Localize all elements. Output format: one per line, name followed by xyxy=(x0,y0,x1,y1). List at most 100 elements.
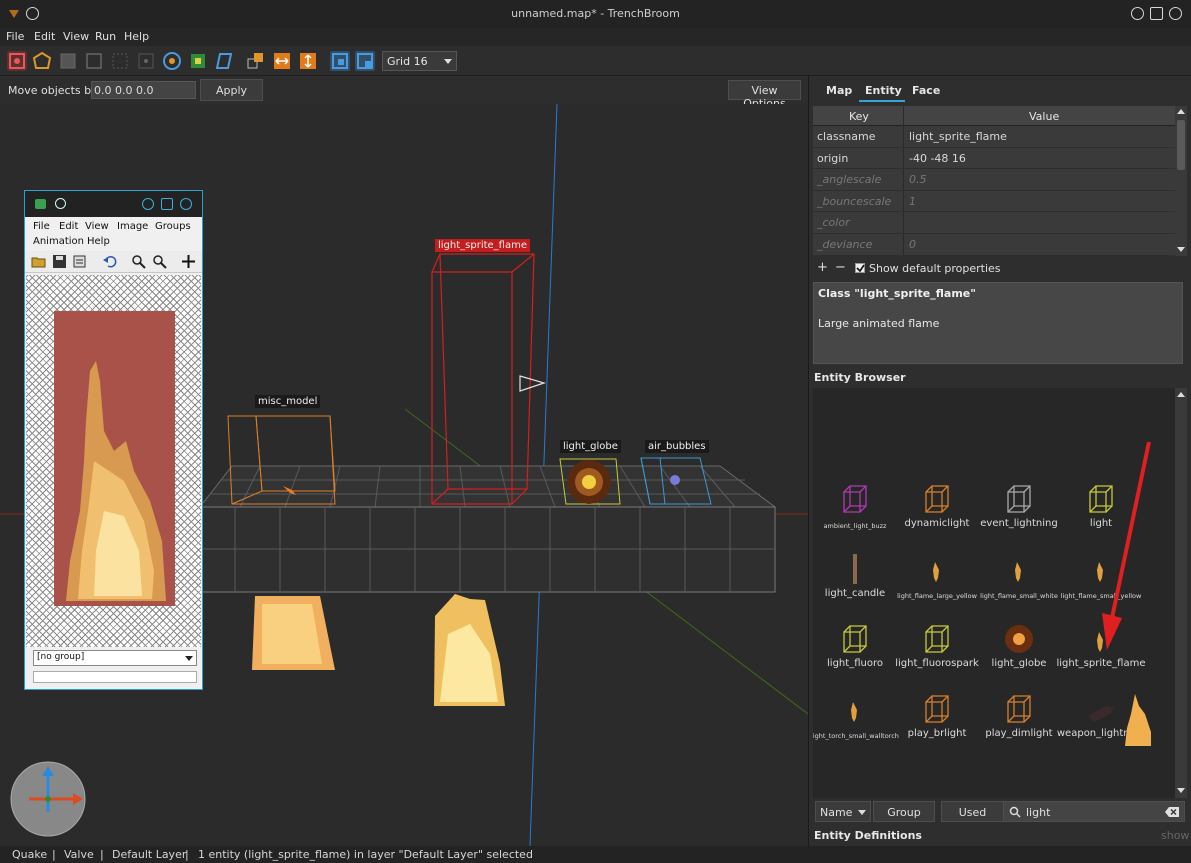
clear-search-icon[interactable] xyxy=(1165,807,1179,817)
remove-property-button[interactable]: − xyxy=(835,260,846,275)
entity-tile[interactable]: light_flame_small_white xyxy=(979,552,1059,618)
vertex-tool-icon[interactable] xyxy=(32,51,52,71)
entity-browser-grid[interactable]: ambient_light_buzz dynamiclight event_ligh… xyxy=(813,388,1175,798)
property-key[interactable]: _bouncescale xyxy=(817,195,891,208)
viewer-menu-help[interactable]: Help xyxy=(87,236,110,247)
flip-vertical-icon[interactable] xyxy=(298,51,318,71)
scroll-down-icon[interactable] xyxy=(1177,788,1185,793)
close-button[interactable] xyxy=(1169,7,1182,20)
menu-view[interactable]: View xyxy=(63,30,89,43)
property-value[interactable]: 1 xyxy=(909,195,916,208)
property-key[interactable]: origin xyxy=(817,152,848,165)
property-row[interactable]: _bouncescale 1 xyxy=(813,190,1175,213)
sprite-image-viewer-window[interactable]: File Edit View Image Groups Animation He… xyxy=(24,190,203,690)
tab-entity[interactable]: Entity xyxy=(865,84,902,97)
property-row[interactable]: _deviance 0 xyxy=(813,233,1175,256)
column-value[interactable]: Value xyxy=(1029,110,1059,123)
clip-tool-icon[interactable] xyxy=(110,51,130,71)
zoom-in-icon[interactable] xyxy=(131,254,146,269)
minimize-button[interactable] xyxy=(1131,7,1144,20)
shear-tool-icon[interactable] xyxy=(214,51,234,71)
scroll-down-icon[interactable] xyxy=(1177,247,1185,252)
axis-compass-icon[interactable] xyxy=(9,760,87,838)
property-row[interactable]: origin -40 -48 16 xyxy=(813,147,1175,170)
search-input[interactable]: light xyxy=(1003,801,1185,822)
viewer-menu-icon[interactable] xyxy=(55,198,66,209)
entity-tile[interactable]: light_candle xyxy=(815,552,895,618)
entity-tile[interactable]: ambient_light_buzz xyxy=(815,482,895,548)
property-value[interactable]: 0.5 xyxy=(909,173,927,186)
properties-scrollbar[interactable] xyxy=(1175,106,1187,256)
scroll-up-icon[interactable] xyxy=(1177,392,1185,397)
edge-tool-icon[interactable] xyxy=(58,51,78,71)
entity-tile[interactable]: play_brlight xyxy=(897,692,977,758)
tab-map[interactable]: Map xyxy=(826,84,852,97)
property-row[interactable]: _anglescale 0.5 xyxy=(813,169,1175,191)
scroll-up-icon[interactable] xyxy=(1177,109,1185,114)
menu-edit[interactable]: Edit xyxy=(34,30,55,43)
menu-help[interactable]: Help xyxy=(124,30,149,43)
zoom-out-icon[interactable] xyxy=(152,254,167,269)
column-key[interactable]: Key xyxy=(849,110,869,123)
add-property-button[interactable]: + xyxy=(817,260,828,275)
texture-lock-icon[interactable] xyxy=(162,51,182,71)
viewer-close-button[interactable] xyxy=(180,198,192,210)
snap-vertices-icon[interactable] xyxy=(330,51,350,71)
maximize-button[interactable] xyxy=(1150,7,1163,20)
entity-tile[interactable]: light_fluorospark xyxy=(895,622,979,688)
property-key[interactable]: _color xyxy=(817,216,850,229)
properties-icon[interactable] xyxy=(72,254,87,269)
entity-tile[interactable]: dynamiclight xyxy=(897,482,977,548)
property-value[interactable]: 0 xyxy=(909,238,916,251)
viewer-menu-image[interactable]: Image xyxy=(117,221,148,232)
sort-select[interactable]: Name xyxy=(815,801,871,822)
undo-icon[interactable] xyxy=(102,254,117,269)
snap-grid-icon[interactable] xyxy=(355,51,375,71)
viewer-maximize-button[interactable] xyxy=(161,198,173,210)
property-row[interactable]: _color xyxy=(813,212,1175,234)
menu-run[interactable]: Run xyxy=(95,30,116,43)
entity-tile[interactable]: play_dimlight xyxy=(979,692,1059,758)
viewer-menu-file[interactable]: File xyxy=(33,221,50,232)
group-select[interactable]: [no group] xyxy=(33,650,197,666)
entity-tile[interactable]: light_fluoro xyxy=(815,622,895,688)
menu-file[interactable]: File xyxy=(6,30,24,43)
flip-horizontal-icon[interactable] xyxy=(272,51,292,71)
property-key[interactable]: _anglescale xyxy=(817,173,881,186)
save-icon[interactable] xyxy=(52,254,67,269)
entity-tile[interactable]: event_lightning xyxy=(979,482,1059,548)
frame-slider[interactable] xyxy=(33,671,197,683)
uv-lock-icon[interactable] xyxy=(188,51,208,71)
entity-tile[interactable]: light_torch_small_walltorch xyxy=(813,692,899,758)
scroll-thumb[interactable] xyxy=(1177,120,1185,170)
property-value[interactable]: light_sprite_flame xyxy=(909,130,1007,143)
viewer-menu-view[interactable]: View xyxy=(85,221,109,232)
property-row[interactable]: classname light_sprite_flame xyxy=(813,126,1175,148)
property-key[interactable]: classname xyxy=(817,130,876,143)
apply-button[interactable]: Apply xyxy=(200,79,263,101)
entity-tile[interactable]: light_flame_large_yellow xyxy=(897,552,977,618)
sprite-canvas[interactable] xyxy=(26,275,201,647)
duplicate-icon[interactable] xyxy=(246,51,266,71)
viewer-menu-edit[interactable]: Edit xyxy=(59,221,78,232)
face-tool-icon[interactable] xyxy=(84,51,104,71)
move-objects-input[interactable] xyxy=(91,81,196,99)
viewer-menu-groups[interactable]: Groups xyxy=(155,221,191,232)
entity-tile[interactable]: light_globe xyxy=(979,622,1059,688)
rotate-tool-icon[interactable] xyxy=(136,51,156,71)
open-folder-icon[interactable] xyxy=(31,254,46,269)
viewer-minimize-button[interactable] xyxy=(142,198,154,210)
property-value[interactable]: -40 -48 16 xyxy=(909,152,966,165)
grid-size-select[interactable]: Grid 16 xyxy=(382,51,457,71)
select-brush-icon[interactable] xyxy=(7,51,27,71)
viewer-menu-animation[interactable]: Animation xyxy=(33,236,84,247)
tab-face[interactable]: Face xyxy=(912,84,940,97)
used-button[interactable]: Used xyxy=(941,801,1004,822)
view-options-button[interactable]: View Options xyxy=(728,80,801,110)
show-default-checkbox[interactable] xyxy=(855,263,865,273)
property-key[interactable]: _deviance xyxy=(817,238,872,251)
entity-browser-scrollbar[interactable] xyxy=(1175,388,1187,798)
group-button[interactable]: Group xyxy=(873,801,935,822)
crosshair-icon[interactable] xyxy=(181,254,196,269)
show-entity-definitions-link[interactable]: show xyxy=(1161,829,1189,842)
